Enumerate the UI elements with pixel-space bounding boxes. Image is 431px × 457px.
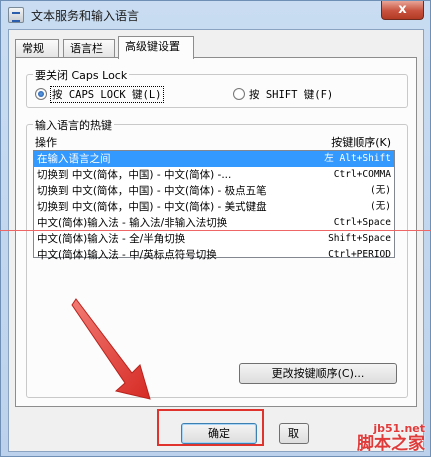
annotation-guide-line bbox=[0, 230, 431, 231]
list-item[interactable]: 切换到 中文(简体，中国) - 中文(简体) - 美式键盘 (无) bbox=[34, 199, 394, 215]
list-item-keys: Ctrl+PERIOD bbox=[328, 249, 391, 260]
watermark-name: 脚本之家 bbox=[357, 434, 425, 454]
list-item[interactable]: 切换到 中文(简体，中国) - 中文(简体) - 极点五笔 (无) bbox=[34, 183, 394, 199]
caps-lock-group: 要关闭 Caps Lock 按 CAPS LOCK 键(L) 按 SHIFT 键… bbox=[26, 67, 408, 108]
annotation-highlight-box bbox=[157, 409, 264, 446]
hotkeys-list-header: 操作 按键顺序(K) bbox=[33, 133, 395, 149]
list-item-keys: Ctrl+COMMA bbox=[333, 169, 391, 180]
radio-caps-lock-key[interactable]: 按 CAPS LOCK 键(L) bbox=[35, 85, 164, 103]
list-item-action: 切换到 中文(简体，中国) - 中文(简体) - 美式键盘 bbox=[37, 201, 267, 213]
title-bar[interactable]: 文本服务和输入语言 x bbox=[1, 1, 430, 29]
list-item-action: 中文(简体)输入法 - 输入法/非输入法切换 bbox=[37, 217, 228, 229]
radio-dot bbox=[233, 88, 245, 100]
list-item[interactable]: 中文(简体)输入法 - 中/英标点符号切换 Ctrl+PERIOD bbox=[34, 247, 394, 263]
list-item-keys: 左 Alt+Shift bbox=[324, 153, 391, 164]
window-title: 文本服务和输入语言 bbox=[31, 9, 140, 23]
radio-dot bbox=[35, 88, 47, 100]
radio-shift-label: 按 SHIFT 键(F) bbox=[249, 88, 334, 101]
radio-shift-key[interactable]: 按 SHIFT 键(F) bbox=[233, 87, 333, 101]
list-item-keys: (无) bbox=[370, 201, 391, 212]
tab-advanced-key-settings[interactable]: 高级键设置 bbox=[118, 36, 194, 59]
list-item-keys: Ctrl+Space bbox=[333, 217, 391, 228]
list-item[interactable]: 中文(简体)输入法 - 全/半角切换 Shift+Space bbox=[34, 231, 394, 247]
column-header-action: 操作 bbox=[35, 136, 57, 149]
list-item-keys: (无) bbox=[370, 185, 391, 196]
list-item-action: 中文(简体)输入法 - 全/半角切换 bbox=[37, 233, 186, 245]
close-button[interactable]: x bbox=[381, 1, 424, 20]
caps-lock-group-label: 要关闭 Caps Lock bbox=[33, 67, 130, 83]
list-item-action: 切换到 中文(简体，中国) - 中文(简体) - 极点五笔 bbox=[37, 185, 267, 197]
change-key-sequence-button[interactable]: 更改按键顺序(C)... bbox=[239, 363, 397, 384]
tab-general[interactable]: 常规 bbox=[15, 39, 59, 58]
list-item-action: 中文(简体)输入法 - 中/英标点符号切换 bbox=[37, 249, 217, 261]
list-item-keys: Shift+Space bbox=[328, 233, 391, 244]
cancel-button[interactable]: 取 bbox=[279, 423, 309, 444]
list-item[interactable]: 中文(简体)输入法 - 输入法/非输入法切换 Ctrl+Space bbox=[34, 215, 394, 231]
annotation-arrow-icon bbox=[71, 298, 151, 400]
list-item-action: 在输入语言之间 bbox=[37, 153, 111, 165]
dialog-window: 文本服务和输入语言 x 常规 语言栏 高级键设置 要关闭 Caps Lock 按… bbox=[0, 0, 431, 457]
hotkeys-listbox[interactable]: 在输入语言之间 左 Alt+Shift 切换到 中文(简体，中国) - 中文(简… bbox=[33, 150, 395, 261]
list-item[interactable]: 在输入语言之间 左 Alt+Shift bbox=[34, 151, 394, 167]
list-item-action: 切换到 中文(简体，中国) - 中文(简体) -... bbox=[37, 169, 232, 181]
hotkeys-group-label: 输入语言的热键 bbox=[33, 117, 114, 133]
radio-caps-lock-label: 按 CAPS LOCK 键(L) bbox=[50, 85, 164, 103]
tab-language-bar[interactable]: 语言栏 bbox=[63, 39, 115, 58]
list-item[interactable]: 切换到 中文(简体，中国) - 中文(简体) -... Ctrl+COMMA bbox=[34, 167, 394, 183]
keyboard-icon bbox=[8, 7, 24, 23]
column-header-keys: 按键顺序(K) bbox=[331, 136, 391, 149]
watermark: jb51.net 脚本之家 bbox=[357, 422, 425, 453]
